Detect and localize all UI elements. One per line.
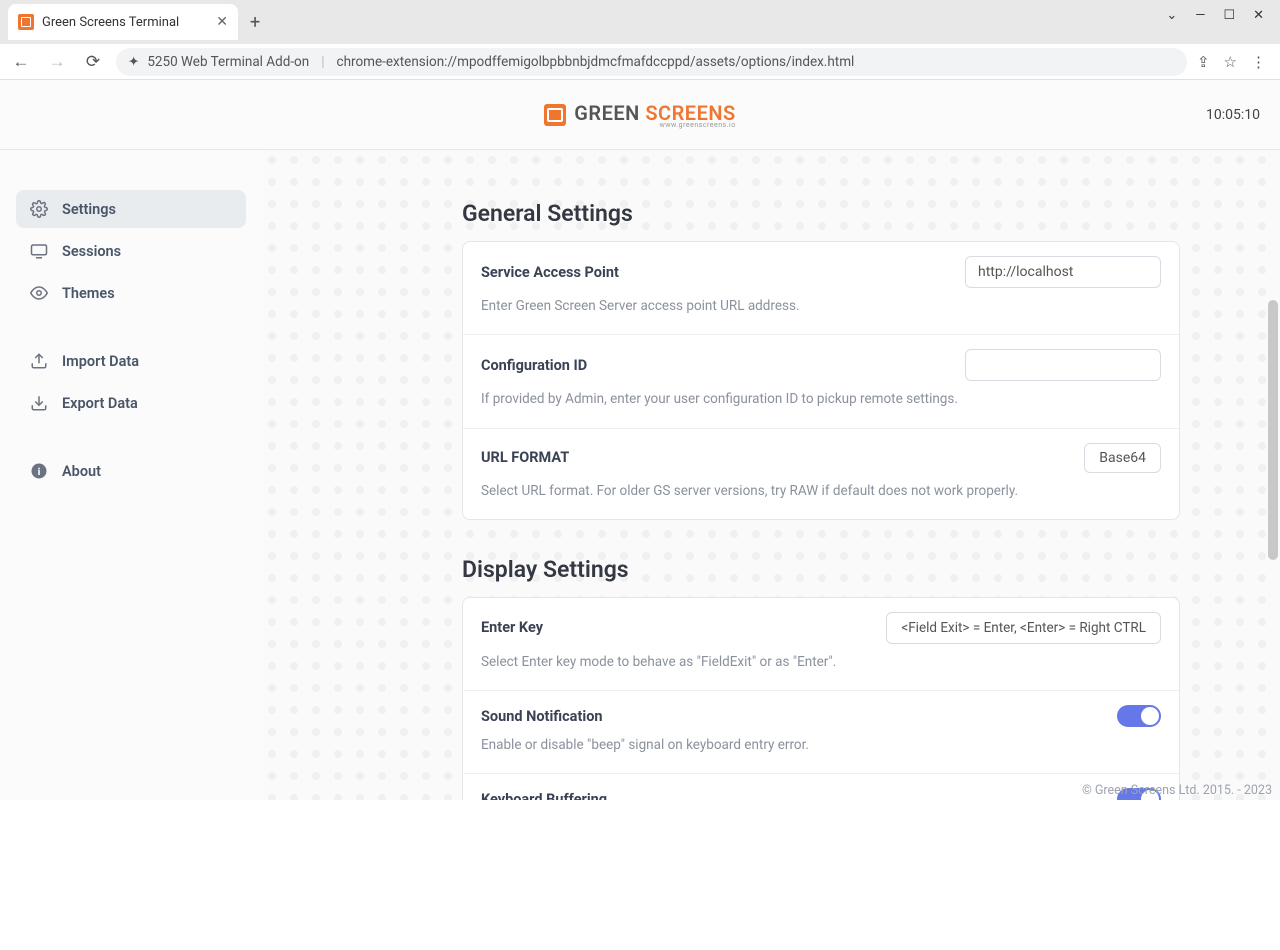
monitor-icon <box>30 242 48 260</box>
section-title-general: General Settings <box>462 200 1180 227</box>
gear-icon <box>30 200 48 218</box>
sap-desc: Enter Green Screen Server access point U… <box>481 296 1161 316</box>
logo-mark-icon <box>544 104 566 126</box>
cfg-input[interactable] <box>965 349 1161 381</box>
sidebar-item-label: Settings <box>62 201 116 218</box>
browser-tab-strip: Green Screens Terminal ✕ + ⌄ — ☐ ✕ <box>0 0 1280 44</box>
scroll-thumb[interactable] <box>1268 300 1278 560</box>
display-settings-card: Enter Key <Field Exit> = Enter, <Enter> … <box>462 597 1180 800</box>
sidebar-item-label: Export Data <box>62 395 138 412</box>
favicon-icon <box>18 14 34 30</box>
share-icon[interactable]: ⇪ <box>1197 53 1210 71</box>
scrollbar[interactable] <box>1266 300 1280 950</box>
maximize-icon[interactable]: ☐ <box>1223 8 1235 23</box>
sound-label: Sound Notification <box>481 708 603 725</box>
addr-url: chrome-extension://mpodffemigolbpbbnbjdm… <box>337 54 855 70</box>
sidebar-item-export[interactable]: Export Data <box>16 384 246 422</box>
eye-icon <box>30 284 48 302</box>
general-settings-card: Service Access Point Enter Green Screen … <box>462 241 1180 520</box>
new-tab-button[interactable]: + <box>238 12 272 33</box>
url-format-select[interactable]: Base64 <box>1084 443 1161 473</box>
sap-input[interactable] <box>965 256 1161 288</box>
enter-desc: Select Enter key mode to behave as "Fiel… <box>481 652 1161 672</box>
reload-button[interactable]: ⟳ <box>80 52 106 72</box>
kb-label: Keyboard Buffering <box>481 791 607 800</box>
sidebar-item-label: Sessions <box>62 243 121 260</box>
row-url-format: URL FORMAT Base64 Select URL format. For… <box>463 429 1179 519</box>
sidebar: Settings Sessions Themes Import Data Exp… <box>0 150 262 800</box>
address-bar: ← → ⟳ ✦ 5250 Web Terminal Add-on | chrom… <box>0 44 1280 80</box>
download-icon <box>30 394 48 412</box>
row-enter-key: Enter Key <Field Exit> = Enter, <Enter> … <box>463 598 1179 691</box>
row-config-id: Configuration ID If provided by Admin, e… <box>463 335 1179 428</box>
logo-text-1: GREEN <box>574 101 640 125</box>
enter-key-select[interactable]: <Field Exit> = Enter, <Enter> = Right CT… <box>886 612 1161 644</box>
sap-label: Service Access Point <box>481 264 619 281</box>
url-desc: Select URL format. For older GS server v… <box>481 481 1161 501</box>
back-button[interactable]: ← <box>8 52 34 72</box>
row-service-access-point: Service Access Point Enter Green Screen … <box>463 242 1179 335</box>
sidebar-item-about[interactable]: i About <box>16 452 246 490</box>
cfg-desc: If provided by Admin, enter your user co… <box>481 389 1161 409</box>
sidebar-item-settings[interactable]: Settings <box>16 190 246 228</box>
bookmark-icon[interactable]: ☆ <box>1224 53 1237 71</box>
info-icon: i <box>30 462 48 480</box>
sidebar-item-import[interactable]: Import Data <box>16 342 246 380</box>
svg-text:i: i <box>38 465 41 478</box>
main-content: General Settings Service Access Point En… <box>262 150 1280 800</box>
sidebar-item-label: About <box>62 463 101 480</box>
tab-title: Green Screens Terminal <box>42 15 179 30</box>
sidebar-item-themes[interactable]: Themes <box>16 274 246 312</box>
sidebar-item-sessions[interactable]: Sessions <box>16 232 246 270</box>
close-icon[interactable]: ✕ <box>216 14 228 30</box>
browser-tab[interactable]: Green Screens Terminal ✕ <box>8 4 238 40</box>
sidebar-item-label: Import Data <box>62 353 139 370</box>
addr-hint: 5250 Web Terminal Add-on <box>147 54 309 70</box>
enter-label: Enter Key <box>481 619 543 636</box>
footer-copyright: © Green Screens Ltd. 2015. - 2023 <box>1082 783 1272 798</box>
window-controls: ⌄ — ☐ ✕ <box>1166 0 1280 23</box>
cfg-label: Configuration ID <box>481 357 587 374</box>
row-keyboard-buffering: Keyboard Buffering Disabling keyboard bu… <box>463 774 1179 800</box>
chevron-down-icon[interactable]: ⌄ <box>1166 8 1177 23</box>
app-header: GREEN SCREENS www.greenscreens.io 10:05:… <box>0 80 1280 150</box>
sound-toggle[interactable] <box>1117 705 1161 727</box>
url-label: URL FORMAT <box>481 449 569 466</box>
sound-desc: Enable or disable "beep" signal on keybo… <box>481 735 1161 755</box>
clock: 10:05:10 <box>1206 107 1260 123</box>
sidebar-item-label: Themes <box>62 285 115 302</box>
address-input[interactable]: ✦ 5250 Web Terminal Add-on | chrome-exte… <box>116 48 1187 76</box>
logo: GREEN SCREENS www.greenscreens.io <box>544 101 735 129</box>
section-title-display: Display Settings <box>462 556 1180 583</box>
forward-button[interactable]: → <box>44 52 70 72</box>
row-sound: Sound Notification Enable or disable "be… <box>463 691 1179 774</box>
minimize-icon[interactable]: — <box>1195 8 1205 23</box>
upload-icon <box>30 352 48 370</box>
close-window-icon[interactable]: ✕ <box>1253 8 1264 23</box>
extension-icon: ✦ <box>128 54 139 70</box>
menu-icon[interactable]: ⋮ <box>1251 53 1266 71</box>
